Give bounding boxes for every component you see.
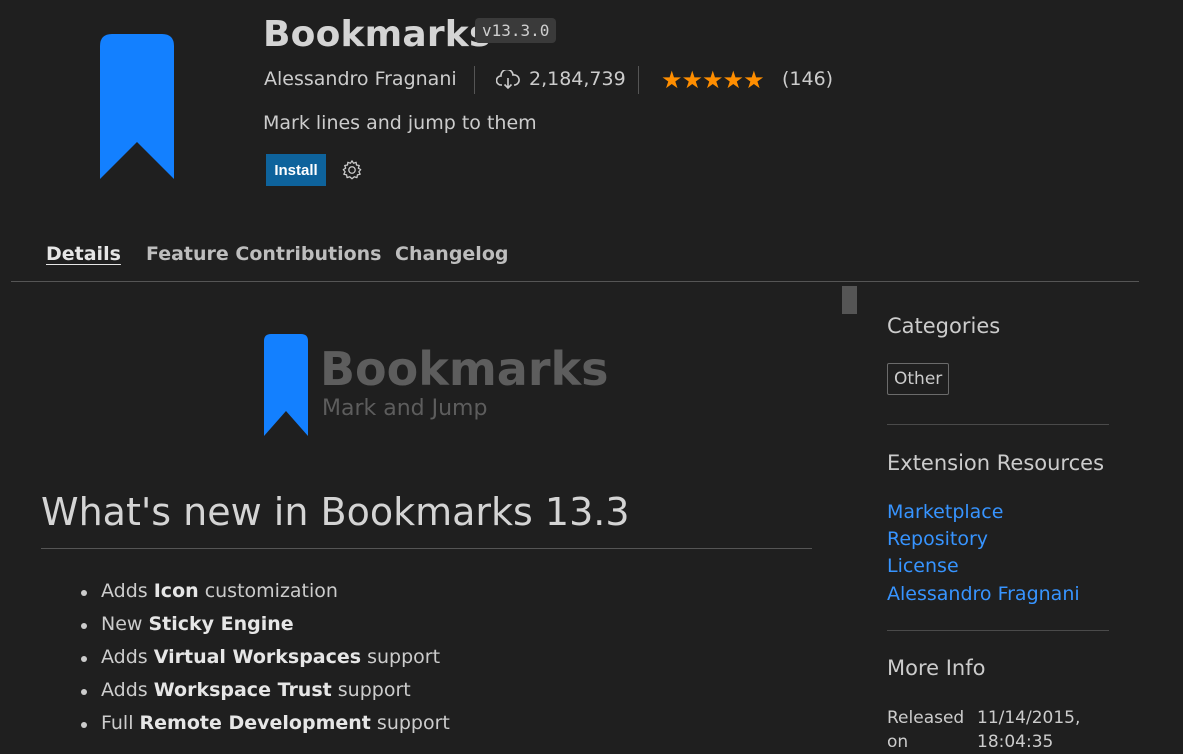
categories-title: Categories bbox=[887, 314, 1001, 338]
bookmark-logo-icon bbox=[264, 334, 308, 436]
more-info-title: More Info bbox=[887, 656, 986, 680]
readme-logo-title: Bookmarks bbox=[320, 342, 609, 396]
resources-title: Extension Resources bbox=[887, 451, 1105, 475]
bookmark-icon bbox=[100, 34, 174, 179]
author-link[interactable]: Alessandro Fragnani bbox=[887, 583, 1080, 605]
list-item: Adds Virtual Workspaces support bbox=[81, 646, 450, 679]
tab-feature-contributions[interactable]: Feature Contributions bbox=[146, 243, 382, 265]
heading-divider bbox=[41, 548, 812, 549]
tab-divider bbox=[11, 281, 1139, 282]
extension-name: Bookmarks bbox=[263, 14, 491, 55]
category-badge[interactable]: Other bbox=[887, 363, 950, 395]
readme-heading: What's new in Bookmarks 13.3 bbox=[41, 490, 630, 534]
released-value: 11/14/2015, 18:04:35 bbox=[977, 708, 1081, 752]
features-list: Adds Icon customization New Sticky Engin… bbox=[81, 580, 450, 745]
install-count: 2,184,739 bbox=[529, 68, 626, 90]
marketplace-link[interactable]: Marketplace bbox=[887, 501, 1003, 523]
list-item: Adds Workspace Trust support bbox=[81, 679, 450, 712]
rating-count[interactable]: (146) bbox=[782, 68, 833, 90]
install-button[interactable]: Install bbox=[266, 154, 326, 186]
rating-stars[interactable]: ★★★★★ bbox=[661, 66, 765, 94]
extension-description: Mark lines and jump to them bbox=[263, 112, 537, 134]
list-item: Full Remote Development support bbox=[81, 712, 450, 745]
header-separator bbox=[474, 66, 475, 94]
header-separator bbox=[638, 66, 639, 94]
list-item: New Sticky Engine bbox=[81, 613, 450, 646]
scrollbar-thumb[interactable] bbox=[842, 286, 857, 314]
released-label: Released on bbox=[887, 708, 965, 752]
license-link[interactable]: License bbox=[887, 555, 959, 577]
repository-link[interactable]: Repository bbox=[887, 528, 988, 550]
sidebar-divider bbox=[887, 630, 1109, 631]
gear-icon[interactable] bbox=[341, 159, 363, 181]
list-item: Adds Icon customization bbox=[81, 580, 450, 613]
cloud-download-icon bbox=[496, 70, 520, 90]
publisher-link[interactable]: Alessandro Fragnani bbox=[264, 68, 457, 90]
tab-changelog[interactable]: Changelog bbox=[395, 243, 508, 265]
version-badge: v13.3.0 bbox=[475, 18, 557, 43]
tab-details[interactable]: Details bbox=[46, 243, 121, 265]
sidebar-divider bbox=[887, 424, 1109, 425]
readme-logo-subtitle: Mark and Jump bbox=[322, 396, 488, 421]
